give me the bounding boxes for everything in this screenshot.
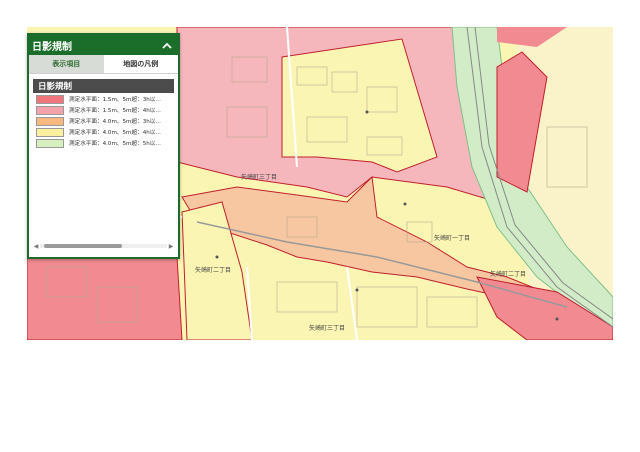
legend-label: 測定水平面：4.0m、5m超：5h以…: [69, 141, 161, 147]
legend-section-title: 日影規制: [33, 79, 174, 93]
map-label-area-2: 矢崎町二丁目: [195, 266, 231, 274]
legend-section: 日影規制 測定水平面：1.5m、5m超：3h以… 測定水平面：1.5m、5m超：…: [33, 79, 174, 148]
scroll-thumb[interactable]: [44, 244, 122, 248]
scroll-right-arrow-icon[interactable]: ▶: [167, 243, 175, 250]
legend-swatch: [36, 105, 64, 115]
scroll-left-arrow-icon[interactable]: ◀: [32, 243, 40, 250]
legend-item: 測定水平面：1.5m、5m超：4h以…: [33, 105, 174, 115]
panel-header: 日影規制: [29, 35, 178, 55]
legend-label: 測定水平面：4.0m、5m超：4h以…: [69, 130, 161, 136]
legend-label: 測定水平面：4.0m、5m超：3h以…: [69, 119, 161, 125]
legend-swatch: [36, 94, 64, 104]
scroll-track[interactable]: [40, 244, 167, 248]
sunshade-regulation-panel: 日影規制 表示項目 地図の凡例 日影規制 測定水平面：1.5m、5m超：3h以……: [27, 33, 180, 259]
map-label-area-4: 矢崎町二丁目: [490, 270, 526, 278]
map-label-area-5: 矢崎町三丁目: [309, 324, 345, 332]
legend-swatch: [36, 116, 64, 126]
legend-list: 測定水平面：1.5m、5m超：3h以… 測定水平面：1.5m、5m超：4h以… …: [33, 94, 174, 148]
collapse-button[interactable]: [160, 38, 174, 52]
legend-item: 測定水平面：4.0m、5m超：5h以…: [33, 138, 174, 148]
tab-map-legend[interactable]: 地図の凡例: [103, 55, 178, 73]
legend-item: 測定水平面：4.0m、5m超：3h以…: [33, 116, 174, 126]
map-label-area-3: 矢崎町一丁目: [434, 234, 470, 242]
tab-display-items[interactable]: 表示項目: [29, 55, 104, 73]
legend-label: 測定水平面：1.5m、5m超：4h以…: [69, 108, 161, 114]
panel-title: 日影規制: [32, 41, 72, 53]
legend-swatch: [36, 138, 64, 148]
panel-tabs: 表示項目 地図の凡例: [29, 55, 178, 74]
horizontal-scrollbar[interactable]: ◀ ▶: [32, 243, 175, 250]
chevron-up-icon: [162, 42, 172, 49]
legend-item: 測定水平面：4.0m、5m超：4h以…: [33, 127, 174, 137]
legend-label: 測定水平面：1.5m、5m超：3h以…: [69, 97, 161, 103]
zone-red-left-lower: [27, 256, 183, 340]
legend-item: 測定水平面：1.5m、5m超：3h以…: [33, 94, 174, 104]
legend-swatch: [36, 127, 64, 137]
map-label-area-1: 矢崎町三丁目: [241, 173, 277, 181]
